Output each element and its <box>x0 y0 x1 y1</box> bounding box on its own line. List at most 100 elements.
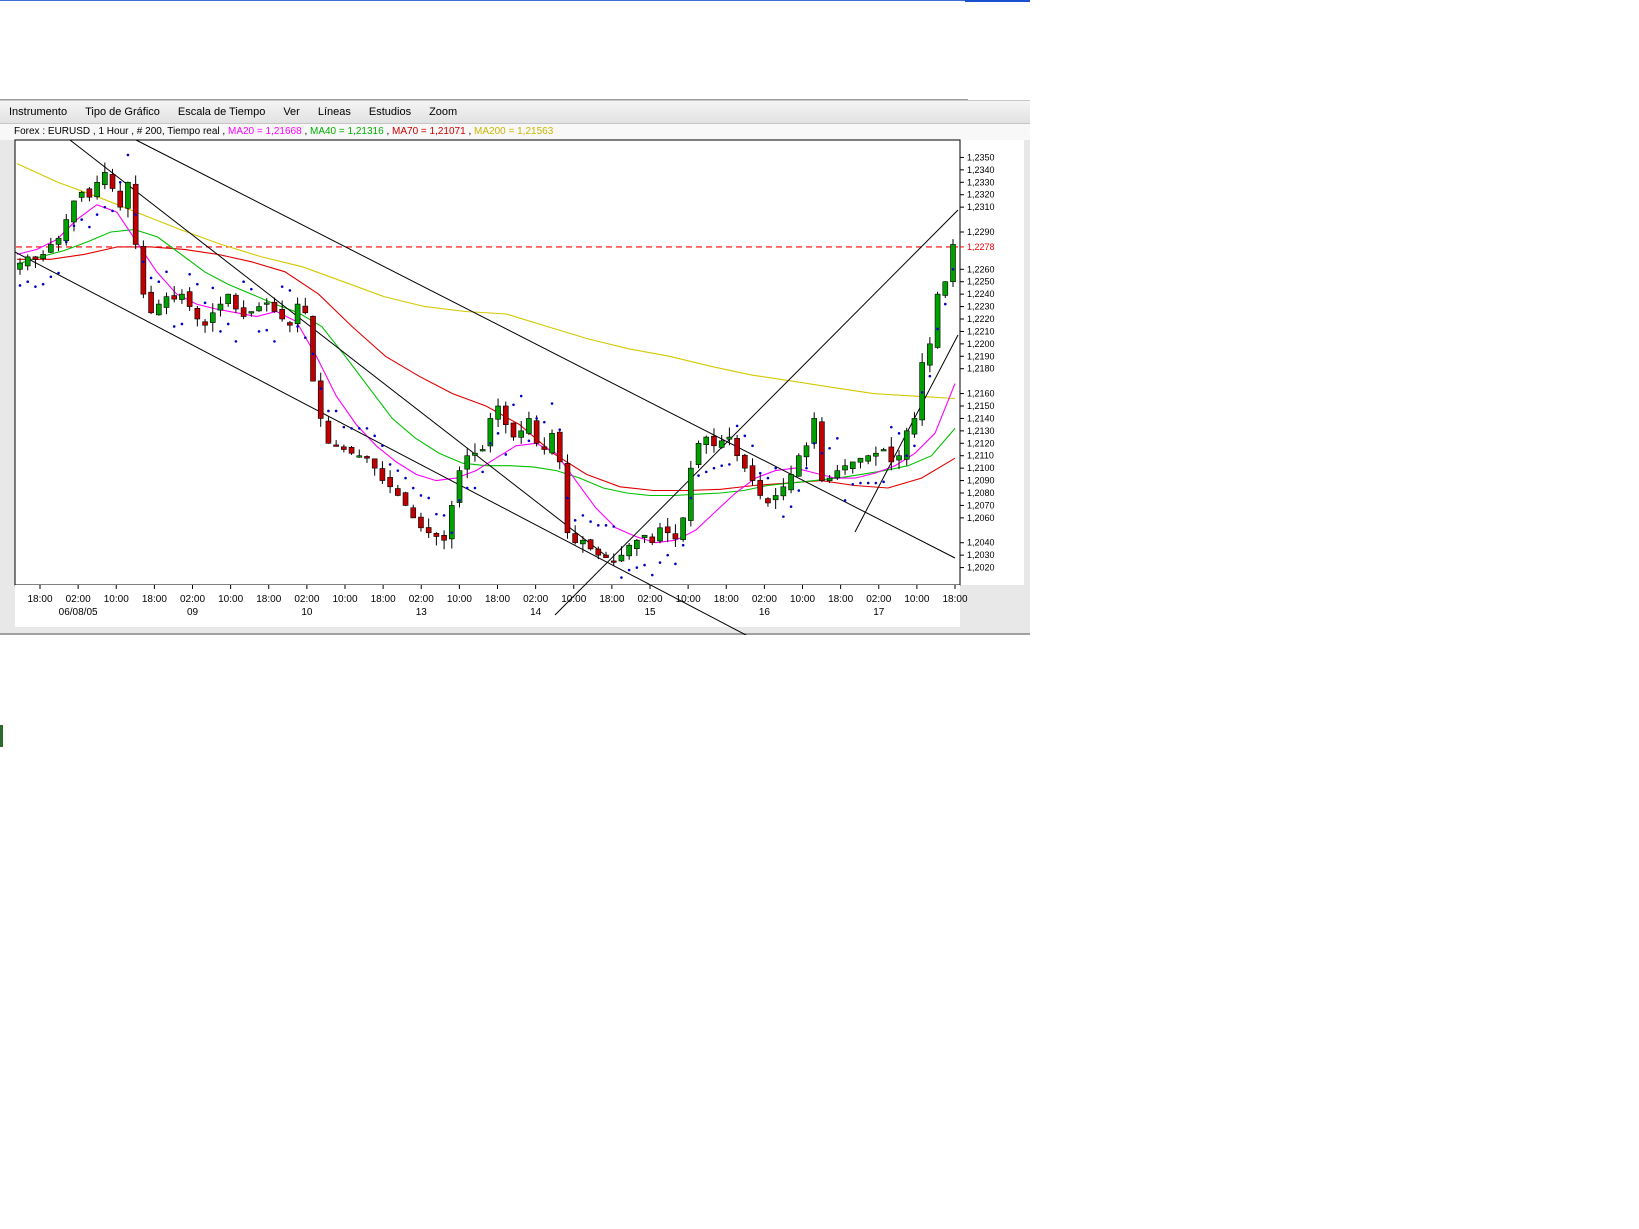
sar-dot <box>118 180 122 184</box>
candle-body <box>294 303 301 325</box>
candle <box>942 281 949 298</box>
sar-dot <box>627 568 631 572</box>
y-tick-label: 1,2310 <box>967 202 995 212</box>
candle-body <box>24 256 31 267</box>
x-tick-label: 18:00 <box>714 594 739 605</box>
sar-dot <box>920 391 924 394</box>
sar-dot <box>543 420 546 424</box>
candle <box>695 440 702 469</box>
sar-dot <box>450 531 454 535</box>
sar-dot <box>226 322 230 326</box>
y-tick-label: 1,2120 <box>967 438 995 448</box>
x-tick-label: 18:00 <box>142 594 167 605</box>
candle <box>402 491 409 507</box>
x-tick-label: 10:00 <box>218 594 243 605</box>
sar-dot <box>280 285 284 288</box>
candle-body <box>587 539 594 550</box>
sar-dot <box>489 441 492 445</box>
y-tick-label: 1,2190 <box>967 351 995 361</box>
sar-dot <box>111 209 114 213</box>
candle-body <box>572 533 578 544</box>
x-date-label: 14 <box>530 607 542 618</box>
candle-body <box>155 303 162 316</box>
candle-body <box>433 533 440 537</box>
sar-dot <box>296 325 299 328</box>
x-tick-label: 02:00 <box>866 594 891 605</box>
candle <box>549 429 555 455</box>
sar-dot <box>342 425 346 429</box>
candle-body <box>186 291 193 307</box>
y-tick-label: 1,2090 <box>967 476 995 486</box>
candle-body <box>240 307 247 317</box>
x-tick-label: 10:00 <box>561 594 586 605</box>
candle-body <box>888 446 895 463</box>
sar-dot <box>396 469 400 472</box>
candle-body <box>317 380 324 419</box>
candle-body <box>263 302 270 305</box>
candle-body <box>911 418 918 435</box>
sar-dot <box>897 432 901 435</box>
sar-dot <box>234 340 238 343</box>
candle-body <box>896 455 902 461</box>
sar-dot <box>612 525 616 528</box>
candle-body <box>634 539 640 549</box>
sar-dot <box>589 520 592 523</box>
candle-body <box>71 200 77 223</box>
sar-dot <box>851 483 855 486</box>
sar-dot <box>643 563 646 567</box>
candle-body <box>595 548 602 556</box>
y-tick-label: 1,2220 <box>967 314 995 324</box>
sar-dot <box>203 301 207 305</box>
sar-dot <box>620 576 623 579</box>
candle-body <box>456 470 463 503</box>
candle <box>564 454 571 539</box>
x-date-label: 09 <box>187 607 199 618</box>
candle-body <box>287 322 293 326</box>
sar-dot <box>57 271 60 275</box>
sar-dot <box>504 453 508 456</box>
candle-body <box>857 457 864 463</box>
candle-body <box>780 486 787 497</box>
candle-body <box>163 296 170 308</box>
sar-dot <box>196 282 199 286</box>
sar-dot <box>905 454 909 458</box>
candle-body <box>880 449 887 452</box>
sar-dot <box>411 486 415 490</box>
sar-dot <box>157 280 161 284</box>
price-chart: 1,2350 1,2340 1,2330 1,2320 1,2310 1,2290 1,22… <box>0 139 1030 635</box>
x-tick-label: 10:00 <box>104 594 129 605</box>
y-tick-label: 1,2100 <box>967 463 995 473</box>
y-tick-label: 1,2260 <box>967 264 995 274</box>
y-tick-label: 1,2330 <box>967 177 995 187</box>
sar-dot <box>465 486 469 490</box>
x-date-label: 17 <box>873 607 885 618</box>
candle-body <box>541 446 548 450</box>
y-tick-label: 1,2340 <box>967 165 995 175</box>
sar-dot <box>242 280 245 284</box>
candle <box>919 353 925 426</box>
y-tick-label: 1,2350 <box>967 152 995 162</box>
y-tick-label: 1,2040 <box>967 538 995 548</box>
candle-body <box>78 191 85 198</box>
candle-body <box>464 455 471 470</box>
candle-body <box>942 281 949 296</box>
candle <box>140 240 147 299</box>
sar-dot <box>311 352 315 356</box>
candle-body <box>17 262 23 270</box>
candle <box>587 538 594 551</box>
y-tick-label: 1,2060 <box>967 513 995 523</box>
candle-body <box>487 418 494 447</box>
candle-body <box>803 445 810 458</box>
candle-body <box>55 237 62 245</box>
candle-body <box>325 420 332 444</box>
x-date-label: 10 <box>301 607 313 618</box>
candle-body <box>117 190 124 208</box>
y-tick-label: 1,2210 <box>967 326 995 336</box>
sar-dot <box>72 224 76 228</box>
candle-body <box>788 474 794 491</box>
sar-dot <box>80 218 83 221</box>
candle <box>795 453 802 477</box>
sar-dot <box>943 302 947 306</box>
sar-dot <box>681 543 685 547</box>
candle-body <box>256 306 262 312</box>
